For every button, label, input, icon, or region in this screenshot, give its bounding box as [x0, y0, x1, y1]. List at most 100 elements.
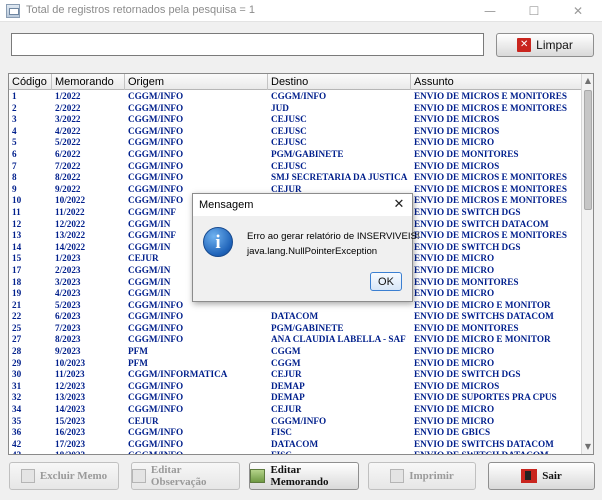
cell-assunto: ENVIO DE MICRO	[414, 288, 495, 299]
cell-codigo: 29	[12, 357, 22, 368]
cell-origem: CGGM/INFO	[125, 450, 268, 454]
table-row[interactable]: 6 6/2022 CGGM/INFO PGM/GABINETE ENVIO DE MON…	[9, 149, 582, 161]
table-row[interactable]: 32 13/2023 CGGM/INFO DEMAP ENVIO DE SUPORTES…	[9, 392, 582, 404]
cell-assunto: ENVIO DE SUPORTES PRA CPUS	[414, 392, 557, 403]
cell-memorando: 2/2023	[55, 264, 81, 275]
cell-codigo: 6	[12, 148, 17, 159]
cell-memorando: 10/2022	[55, 195, 86, 206]
cell-codigo: 12	[12, 218, 22, 229]
table-row[interactable]: 27 8/2023 CGGM/INFO ANA CLAUDIA LABELLA - S…	[9, 334, 582, 346]
column-header-origem[interactable]: Origem	[125, 74, 268, 90]
cell-origem: CGGM/INFO	[128, 311, 184, 322]
cell-origem: CGGM/INFO	[128, 392, 184, 403]
cell-memorando: 8/2023	[55, 334, 81, 345]
column-header-codigo[interactable]: Código	[9, 74, 52, 90]
cell-codigo: 30	[12, 369, 22, 380]
table-row[interactable]: 31 12/2023 CGGM/INFO DEMAP ENVIO DE MICROS	[9, 381, 582, 393]
column-header-assunto[interactable]: Assunto	[411, 74, 582, 90]
scroll-down-icon[interactable]: ▼	[582, 440, 593, 454]
scroll-thumb[interactable]	[584, 90, 592, 210]
column-header-memorando[interactable]: Memorando	[52, 74, 125, 90]
cell-memorando: 14/2022	[55, 241, 86, 252]
table-row[interactable]: 30 11/2023 CGGM/INFORMATICA CEJUR ENVIO DE S…	[9, 369, 582, 381]
window-title: Total de registros retornados pela pesqu…	[26, 4, 256, 16]
title-bar: Total de registros retornados pela pesqu…	[0, 0, 602, 22]
imprimir-button[interactable]: Imprimir	[368, 462, 476, 490]
cell-assunto: ENVIO DE MICRO	[414, 264, 495, 275]
table-row[interactable]: 7 7/2022 CGGM/INFO CEJUSC ENVIO DE MICROS	[9, 161, 582, 173]
editar-memorando-button[interactable]: Editar Memorando	[249, 462, 359, 490]
table-row[interactable]: 8 8/2022 CGGM/INFO SMJ SECRETARIA DA JUSTIC…	[9, 172, 582, 184]
cell-destino: CGGM/INFO	[271, 415, 327, 426]
ok-button[interactable]: OK	[370, 272, 402, 291]
sair-button[interactable]: Sair	[488, 462, 595, 490]
message-dialog: Mensagem ✕ i Erro ao gerar relatório de …	[192, 193, 420, 302]
app-window-icon	[6, 4, 20, 18]
cell-origem: CGGM/INFO	[128, 334, 184, 345]
table-row[interactable]: 25 7/2023 CGGM/INFO PGM/GABINETE ENVIO DE MO…	[9, 323, 582, 335]
cell-memorando: 17/2023	[55, 438, 86, 449]
cell-memorando: 13/2022	[55, 230, 86, 241]
cell-memorando: 1/2023	[55, 253, 81, 264]
table-row[interactable]: 3 3/2022 CGGM/INFO CEJUSC ENVIO DE MICROS	[9, 114, 582, 126]
table-row[interactable]: 5 5/2022 CGGM/INFO CEJUSC ENVIO DE MICRO	[9, 137, 582, 149]
limpar-button[interactable]: ✕ Limpar	[496, 33, 594, 57]
cell-memorando: 6/2022	[55, 148, 81, 159]
cell-origem: PFM	[128, 357, 148, 368]
vertical-scrollbar[interactable]: ▲ ▼	[581, 74, 593, 454]
dialog-close-icon[interactable]: ✕	[388, 195, 410, 215]
table-row[interactable]: 28 9/2023 PFM CGGM ENVIO DE MICRO	[9, 346, 582, 358]
table-row[interactable]: 42 17/2023 CGGM/INFO DATACOM ENVIO DE SWITCH…	[9, 439, 582, 451]
table-row[interactable]: 29 10/2023 PFM CGGM ENVIO DE MICRO	[9, 358, 582, 370]
table-row[interactable]: 35 15/2023 CEJUR CGGM/INFO ENVIO DE MICRO	[9, 416, 582, 428]
scroll-up-icon[interactable]: ▲	[582, 74, 593, 88]
cell-memorando: 9/2023	[55, 346, 81, 357]
cell-codigo: 15	[12, 253, 22, 264]
sair-label: Sair	[542, 470, 562, 482]
cell-origem: CGGM/INFO	[128, 125, 184, 136]
cell-memorando: 11/2022	[55, 206, 85, 217]
cell-assunto: ENVIO DE MICRO	[414, 357, 495, 368]
cell-assunto: ENVIO DE MICROS	[414, 125, 500, 136]
minimize-icon[interactable]: —	[468, 0, 512, 22]
cell-assunto: ENVIO DE MICRO	[414, 253, 495, 264]
maximize-icon[interactable]: ☐	[512, 0, 556, 22]
table-row[interactable]: 4318/2023CGGM/INFOFISCENVIO DE SWITCH DA…	[9, 450, 582, 454]
editar-observacao-button[interactable]: Editar Observação	[131, 462, 240, 490]
cell-memorando: 15/2023	[55, 415, 86, 426]
table-row[interactable]: 22 6/2023 CGGM/INFO DATACOM ENVIO DE SWITCHS…	[9, 311, 582, 323]
dialog-title: Mensagem	[199, 199, 254, 211]
print-icon	[390, 469, 405, 483]
cell-origem: CGGM/INFO	[128, 322, 184, 333]
exit-icon	[521, 469, 538, 483]
cell-codigo: 18	[12, 276, 22, 287]
cell-memorando: 7/2022	[55, 160, 81, 171]
cell-assunto: ENVIO DE MICROS	[414, 114, 500, 125]
cell-codigo: 36	[12, 427, 22, 438]
edit-note-icon	[132, 469, 146, 483]
cell-assunto: ENVIO DE GBICS	[414, 427, 491, 438]
cell-destino: PGM/GABINETE	[271, 148, 344, 159]
cell-memorando: 16/2023	[55, 427, 86, 438]
cell-codigo: 28	[12, 346, 22, 357]
close-icon[interactable]: ✕	[556, 0, 600, 22]
cell-assunto: ENVIO DE MICROS	[414, 160, 500, 171]
column-header-destino[interactable]: Destino	[268, 74, 411, 90]
table-row[interactable]: 34 14/2023 CGGM/INFO CEJUR ENVIO DE MICRO	[9, 404, 582, 416]
table-row[interactable]: 1 1/2022 CGGM/INFO CGGM/INFO ENVIO DE MICROS…	[9, 91, 582, 103]
search-input[interactable]	[11, 33, 484, 56]
cell-memorando: 10/2023	[55, 357, 86, 368]
cell-memorando: 13/2023	[55, 392, 86, 403]
table-row[interactable]: 36 16/2023 CGGM/INFO FISC ENVIO DE GBICS	[9, 427, 582, 439]
table-row[interactable]: 2 2/2022 CGGM/INFO JUD ENVIO DE MICROS E MON…	[9, 103, 582, 115]
cell-codigo: 43	[9, 450, 52, 454]
limpar-label: Limpar	[536, 38, 573, 52]
cell-destino: PGM/GABINETE	[271, 322, 344, 333]
cell-codigo: 19	[12, 288, 22, 299]
cell-origem: CGGM/INFO	[128, 102, 184, 113]
delete-icon	[20, 469, 35, 483]
table-row[interactable]: 4 4/2022 CGGM/INFO CEJUSC ENVIO DE MICROS	[9, 126, 582, 138]
clear-icon: ✕	[517, 38, 532, 52]
cell-assunto: ENVIO DE MICRO	[414, 415, 495, 426]
excluir-memo-button[interactable]: Excluir Memo	[9, 462, 119, 490]
